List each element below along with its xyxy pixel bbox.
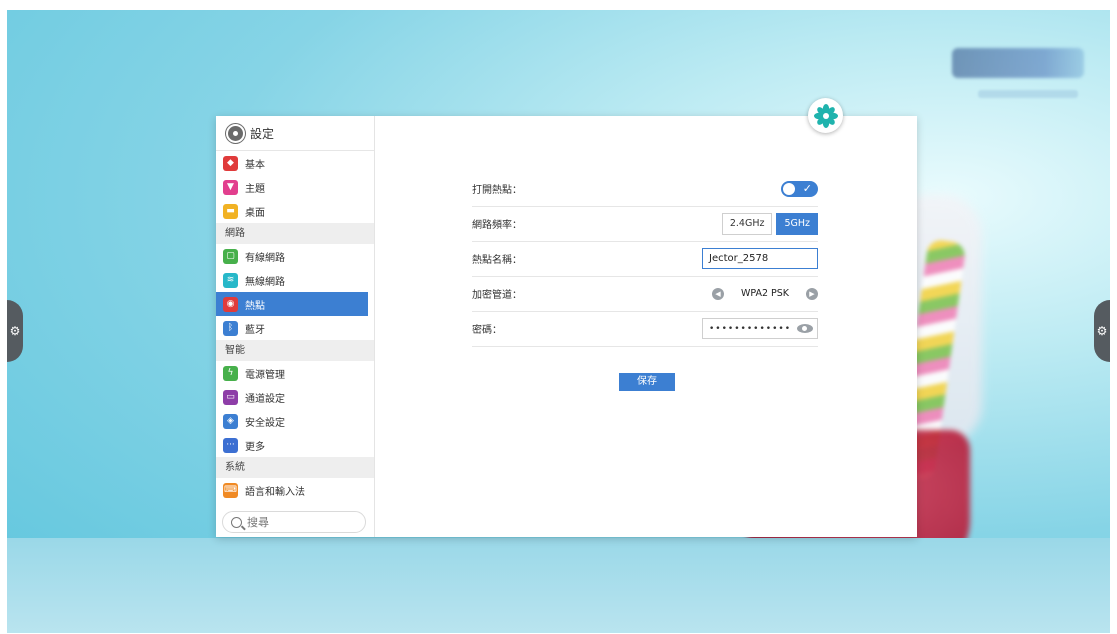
sidebar-item-wireless-network[interactable]: ≋ 無線網路	[216, 268, 374, 292]
password-label: 密碼：	[472, 325, 502, 336]
band-selector: 2.4GHz 5GHz	[721, 212, 818, 235]
sidebar-item-wired-network[interactable]: ▢ 有線網路	[216, 244, 374, 268]
sidebar-item-label: 語言和輸入法	[245, 486, 305, 498]
settings-sidebar: 設定 ◆ 基本 ▼ 主題 ▬ 桌面 網路 ▢ 有線網路 ≋ 無線網路 ◉ 熱點 …	[216, 116, 375, 537]
bluetooth-icon: ᛒ	[223, 320, 238, 336]
flower-icon	[813, 103, 838, 128]
settings-header: 設定	[216, 116, 374, 151]
sidebar-item-label: 熱點	[245, 300, 265, 312]
floating-menu-button[interactable]	[808, 98, 843, 133]
brand-logo	[952, 48, 1084, 78]
hotspot-icon: ◉	[223, 296, 238, 312]
sidebar-item-more[interactable]: ··· 更多	[216, 433, 374, 457]
settings-title: 設定	[250, 126, 275, 141]
shield-icon: ◈	[223, 413, 238, 429]
band-label: 網路頻率：	[472, 220, 522, 231]
left-edge-settings-handle[interactable]: ⚙	[7, 300, 23, 362]
search-input[interactable]: 搜尋	[222, 511, 366, 533]
hotspot-name-label: 熱點名稱：	[472, 255, 522, 266]
sidebar-item-hotspot[interactable]: ◉ 熱點	[216, 292, 368, 316]
right-edge-settings-handle[interactable]: ⚙	[1094, 300, 1110, 362]
sidebar-item-label: 通道設定	[245, 393, 285, 405]
toggle-knob	[783, 182, 795, 195]
more-icon: ···	[223, 437, 238, 453]
password-value: •••••••••••••	[709, 323, 792, 334]
lightning-icon: ϟ	[223, 365, 238, 381]
picture-icon: ▬	[223, 203, 238, 219]
save-button[interactable]: 保存	[619, 373, 675, 391]
sidebar-item-label: 電源管理	[245, 369, 285, 381]
search-placeholder: 搜尋	[247, 516, 269, 529]
sidebar-item-label: 有線網路	[245, 252, 285, 264]
chevron-left-icon[interactable]: ◀	[712, 287, 724, 300]
band-option-5ghz[interactable]: 5GHz	[776, 212, 818, 235]
sidebar-item-label: 藍牙	[245, 324, 265, 336]
wifi-icon: ≋	[223, 272, 238, 288]
hotspot-name-row: 熱點名稱： Jector_2578	[472, 241, 818, 277]
gear-icon	[228, 125, 243, 141]
security-value: WPA2 PSK	[740, 288, 790, 299]
wallpaper-floor	[7, 538, 1110, 633]
sidebar-item-power[interactable]: ϟ 電源管理	[216, 361, 374, 385]
security-label: 加密管道：	[472, 290, 522, 301]
gear-icon: ⚙	[9, 324, 21, 338]
sidebar-item-label: 無線網路	[245, 276, 285, 288]
hotspot-name-field[interactable]: Jector_2578	[702, 248, 818, 269]
shirt-icon: ▼	[223, 179, 238, 195]
password-field[interactable]: •••••••••••••	[702, 318, 818, 339]
sidebar-section-network: 網路	[216, 223, 374, 244]
security-row: 加密管道： ◀ WPA2 PSK ▶	[472, 276, 818, 312]
sidebar-item-basic[interactable]: ◆ 基本	[216, 151, 374, 175]
sidebar-item-security[interactable]: ◈ 安全設定	[216, 409, 374, 433]
hotspot-settings-panel: 打開熱點： ✓ 網路頻率： 2.4GHz 5GHz 熱點名稱： Jector_2…	[374, 116, 917, 537]
sidebar-item-label: 更多	[245, 441, 265, 453]
monitor-icon: ▢	[223, 248, 238, 264]
hotspot-enable-label: 打開熱點：	[472, 185, 522, 196]
hotspot-enable-toggle[interactable]: ✓	[781, 180, 818, 197]
sidebar-item-label: 桌面	[245, 207, 265, 219]
screen-icon: ▭	[223, 389, 238, 405]
sidebar-item-channel[interactable]: ▭ 通道設定	[216, 385, 374, 409]
chevron-right-icon[interactable]: ▶	[806, 287, 818, 300]
search-icon	[231, 516, 242, 528]
keyboard-icon: ⌨	[223, 482, 238, 498]
sidebar-item-desktop[interactable]: ▬ 桌面	[216, 199, 374, 223]
eye-icon[interactable]	[797, 324, 813, 333]
sidebar-item-label: 基本	[245, 159, 265, 171]
sidebar-section-system: 系統	[216, 457, 374, 478]
security-selector: ◀ WPA2 PSK ▶	[712, 287, 818, 300]
gear-icon: ⚙	[1096, 324, 1108, 338]
password-row: 密碼： •••••••••••••	[472, 311, 818, 347]
sidebar-item-label: 主題	[245, 183, 265, 195]
brand-logo-tagline	[978, 90, 1078, 98]
settings-window: 設定 ◆ 基本 ▼ 主題 ▬ 桌面 網路 ▢ 有線網路 ≋ 無線網路 ◉ 熱點 …	[216, 116, 917, 537]
sidebar-item-theme[interactable]: ▼ 主題	[216, 175, 374, 199]
sidebar-item-bluetooth[interactable]: ᛒ 藍牙	[216, 316, 374, 340]
hotspot-enable-row: 打開熱點： ✓	[472, 171, 818, 207]
stack-icon: ◆	[223, 155, 238, 171]
check-icon: ✓	[802, 181, 812, 195]
sidebar-section-smart: 智能	[216, 340, 374, 361]
band-option-2-4ghz[interactable]: 2.4GHz	[721, 212, 773, 235]
sidebar-item-label: 安全設定	[245, 417, 285, 429]
sidebar-item-language-input[interactable]: ⌨ 語言和輸入法	[216, 478, 374, 502]
band-row: 網路頻率： 2.4GHz 5GHz	[472, 206, 818, 242]
